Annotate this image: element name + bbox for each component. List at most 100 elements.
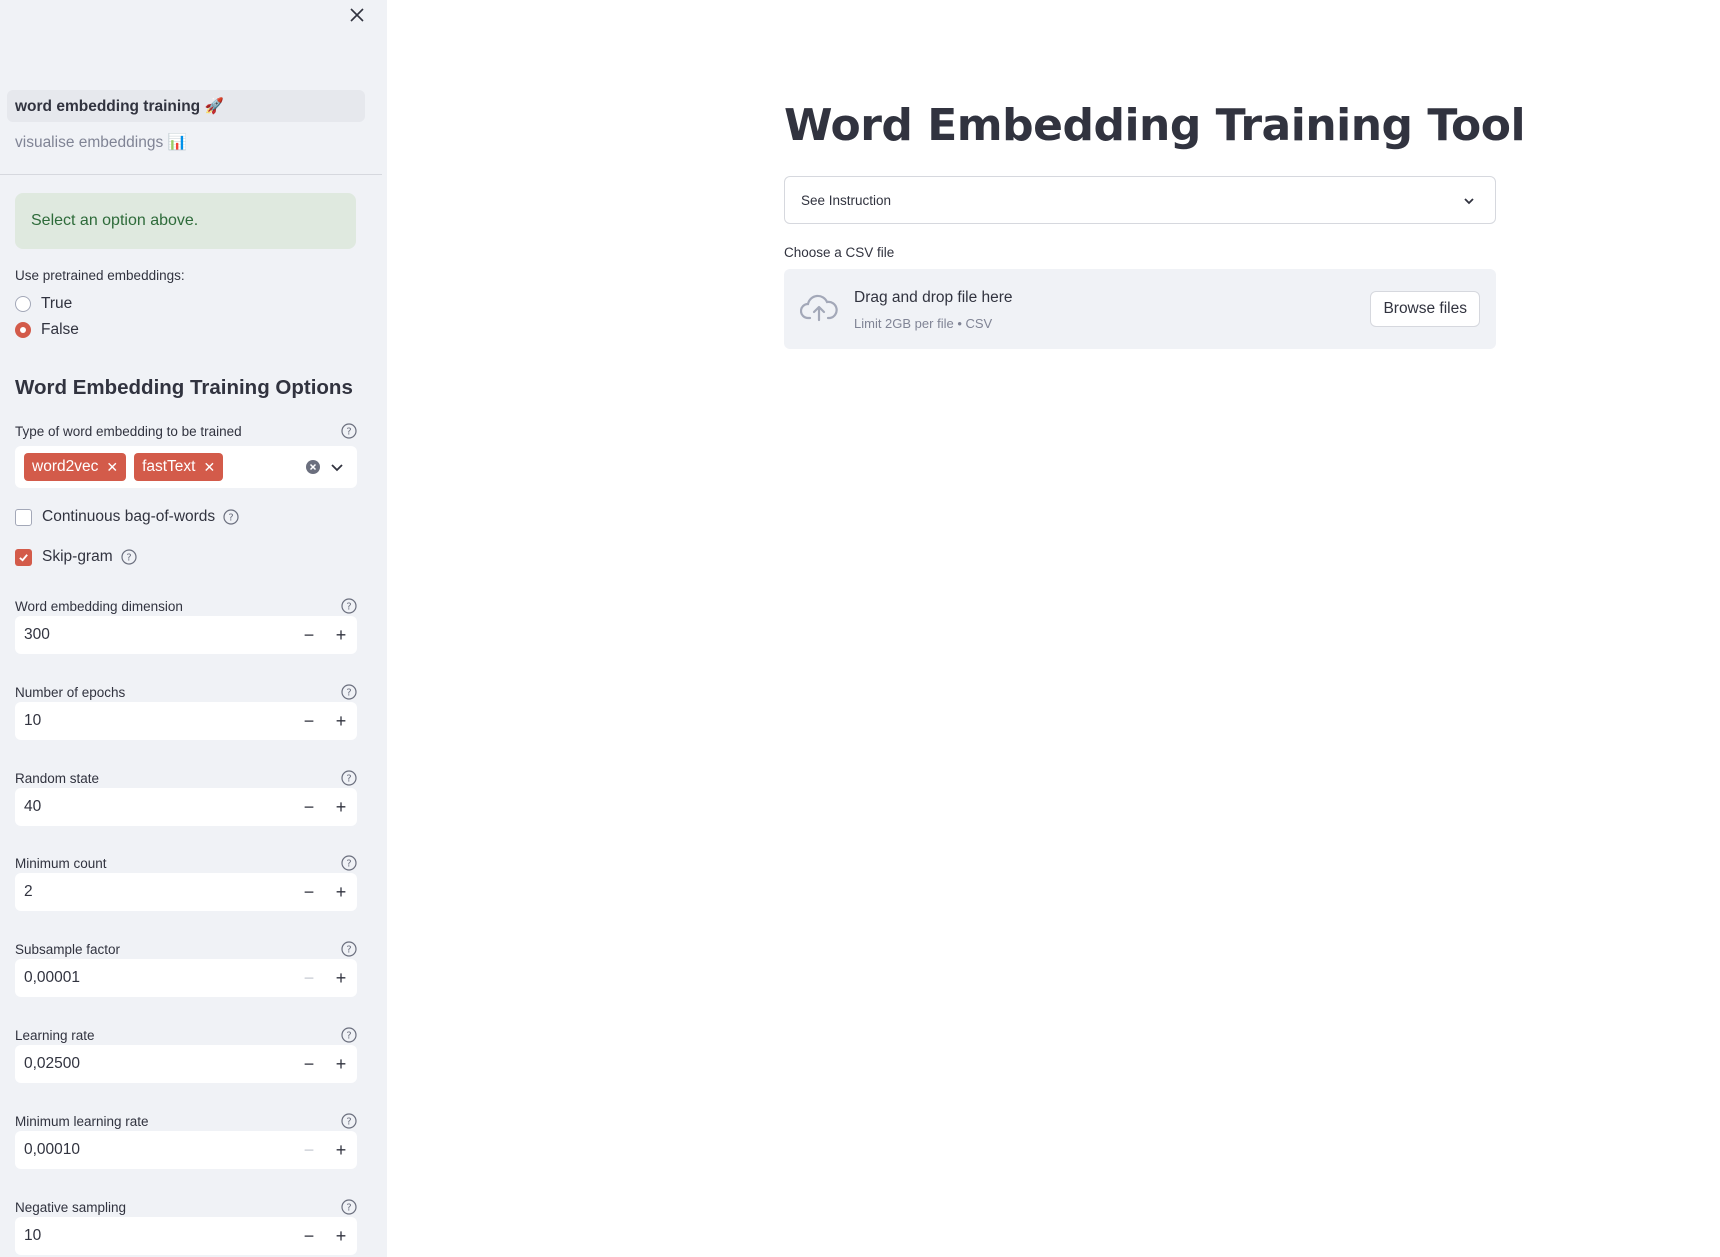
svg-text:?: ?: [346, 1031, 351, 1042]
svg-text:?: ?: [346, 1203, 351, 1214]
number-input: −+: [15, 616, 357, 654]
embedding-type-multiselect[interactable]: word2vec ✕ fastText ✕: [15, 446, 357, 488]
options-heading: Word Embedding Training Options: [15, 376, 353, 399]
number-field-label: Subsample factor: [15, 941, 121, 957]
remove-chip-icon[interactable]: ✕: [106, 459, 118, 476]
page-title: Word Embedding Training Tool: [784, 100, 1526, 151]
number-input-field[interactable]: [15, 712, 275, 730]
number-field-label: Number of epochs: [15, 684, 126, 700]
number-input-field[interactable]: [15, 1141, 275, 1159]
cbow-checkbox[interactable]: [15, 508, 32, 526]
number-field-label-row: Minimum count?: [15, 855, 357, 871]
help-icon[interactable]: ?: [341, 1027, 357, 1043]
instruction-expander[interactable]: See Instruction: [784, 176, 1496, 224]
pretrained-radio-group: Use pretrained embeddings: True False: [15, 268, 355, 343]
number-input-field[interactable]: [15, 626, 275, 644]
number-input-field[interactable]: [15, 798, 275, 816]
svg-text:?: ?: [346, 688, 351, 699]
help-icon[interactable]: ?: [341, 941, 357, 957]
help-icon[interactable]: ?: [341, 1199, 357, 1215]
number-field-label-row: Word embedding dimension?: [15, 598, 357, 614]
decrement-button[interactable]: −: [293, 616, 325, 654]
radio-button-true[interactable]: [15, 296, 31, 312]
increment-button[interactable]: +: [325, 1045, 357, 1083]
cbow-checkbox-row[interactable]: Continuous bag-of-words ?: [15, 508, 239, 526]
number-field-label-row: Random state?: [15, 770, 357, 786]
radio-option-false[interactable]: False: [15, 317, 355, 343]
number-input-field[interactable]: [15, 883, 275, 901]
help-icon[interactable]: ?: [341, 1113, 357, 1129]
number-field-label: Random state: [15, 770, 100, 786]
radio-option-true[interactable]: True: [15, 291, 355, 317]
svg-text:?: ?: [346, 427, 351, 438]
number-input-field[interactable]: [15, 969, 275, 987]
radio-label-true: True: [41, 295, 73, 312]
close-sidebar-button[interactable]: [346, 4, 368, 26]
checkmark-icon: [19, 553, 28, 562]
chevron-down-icon[interactable]: [329, 459, 345, 475]
clear-all-icon[interactable]: [305, 459, 321, 475]
decrement-button[interactable]: −: [293, 1131, 325, 1169]
skipgram-checkbox-row[interactable]: Skip-gram ?: [15, 548, 137, 566]
chip-label: word2vec: [32, 458, 99, 475]
number-field-label-row: Minimum learning rate?: [15, 1113, 357, 1129]
embedding-type-label: Type of word embedding to be trained: [15, 423, 242, 439]
cloud-upload-icon: [800, 294, 838, 322]
number-field-label-row: Subsample factor?: [15, 941, 357, 957]
info-alert: Select an option above.: [15, 193, 356, 249]
pretrained-label: Use pretrained embeddings:: [15, 268, 185, 283]
number-input: −+: [15, 702, 357, 740]
nav-divider: [0, 174, 382, 175]
svg-text:?: ?: [126, 553, 131, 564]
decrement-button[interactable]: −: [293, 873, 325, 911]
skipgram-checkbox[interactable]: [15, 548, 32, 566]
number-input-field[interactable]: [15, 1227, 275, 1245]
file-dropzone[interactable]: Drag and drop file here Limit 2GB per fi…: [784, 269, 1496, 349]
increment-button[interactable]: +: [325, 788, 357, 826]
help-icon[interactable]: ?: [341, 684, 357, 700]
help-icon[interactable]: ?: [341, 598, 357, 614]
svg-text:?: ?: [346, 602, 351, 613]
increment-button[interactable]: +: [325, 959, 357, 997]
help-icon[interactable]: ?: [341, 423, 357, 439]
help-icon[interactable]: ?: [341, 855, 357, 871]
remove-chip-icon[interactable]: ✕: [204, 459, 216, 476]
increment-button[interactable]: +: [325, 616, 357, 654]
embedding-type-label-row: Type of word embedding to be trained ?: [15, 423, 357, 439]
number-field-label: Word embedding dimension: [15, 598, 183, 614]
decrement-button[interactable]: −: [293, 1217, 325, 1255]
number-field-label: Learning rate: [15, 1027, 95, 1043]
number-field-label-row: Number of epochs?: [15, 684, 357, 700]
nav-item-word-embedding-training[interactable]: word embedding training 🚀: [7, 90, 365, 122]
increment-button[interactable]: +: [325, 702, 357, 740]
increment-button[interactable]: +: [325, 873, 357, 911]
increment-button[interactable]: +: [325, 1217, 357, 1255]
svg-text:?: ?: [229, 513, 234, 524]
help-icon[interactable]: ?: [223, 509, 239, 525]
svg-text:?: ?: [346, 859, 351, 870]
browse-files-button[interactable]: Browse files: [1370, 291, 1480, 327]
number-field-label: Minimum learning rate: [15, 1113, 149, 1129]
radio-button-false[interactable]: [15, 322, 31, 338]
chip-fasttext: fastText ✕: [134, 453, 224, 481]
close-icon: [350, 8, 364, 22]
help-icon[interactable]: ?: [121, 549, 137, 565]
number-field-label-row: Negative sampling?: [15, 1199, 357, 1215]
chip-label: fastText: [142, 458, 196, 475]
cbow-label: Continuous bag-of-words: [42, 508, 216, 525]
number-input: −+: [15, 1217, 357, 1255]
number-input-field[interactable]: [15, 1055, 275, 1073]
dropzone-limit: Limit 2GB per file • CSV: [854, 316, 993, 331]
increment-button[interactable]: +: [325, 1131, 357, 1169]
svg-text:?: ?: [346, 774, 351, 785]
help-icon[interactable]: ?: [341, 770, 357, 786]
number-input: −+: [15, 1045, 357, 1083]
decrement-button[interactable]: −: [293, 702, 325, 740]
decrement-button[interactable]: −: [293, 959, 325, 997]
number-field-label: Minimum count: [15, 855, 107, 871]
dropzone-title: Drag and drop file here: [854, 289, 1013, 306]
number-input: −+: [15, 959, 357, 997]
decrement-button[interactable]: −: [293, 788, 325, 826]
nav-item-visualise-embeddings[interactable]: visualise embeddings 📊: [7, 126, 365, 158]
decrement-button[interactable]: −: [293, 1045, 325, 1083]
